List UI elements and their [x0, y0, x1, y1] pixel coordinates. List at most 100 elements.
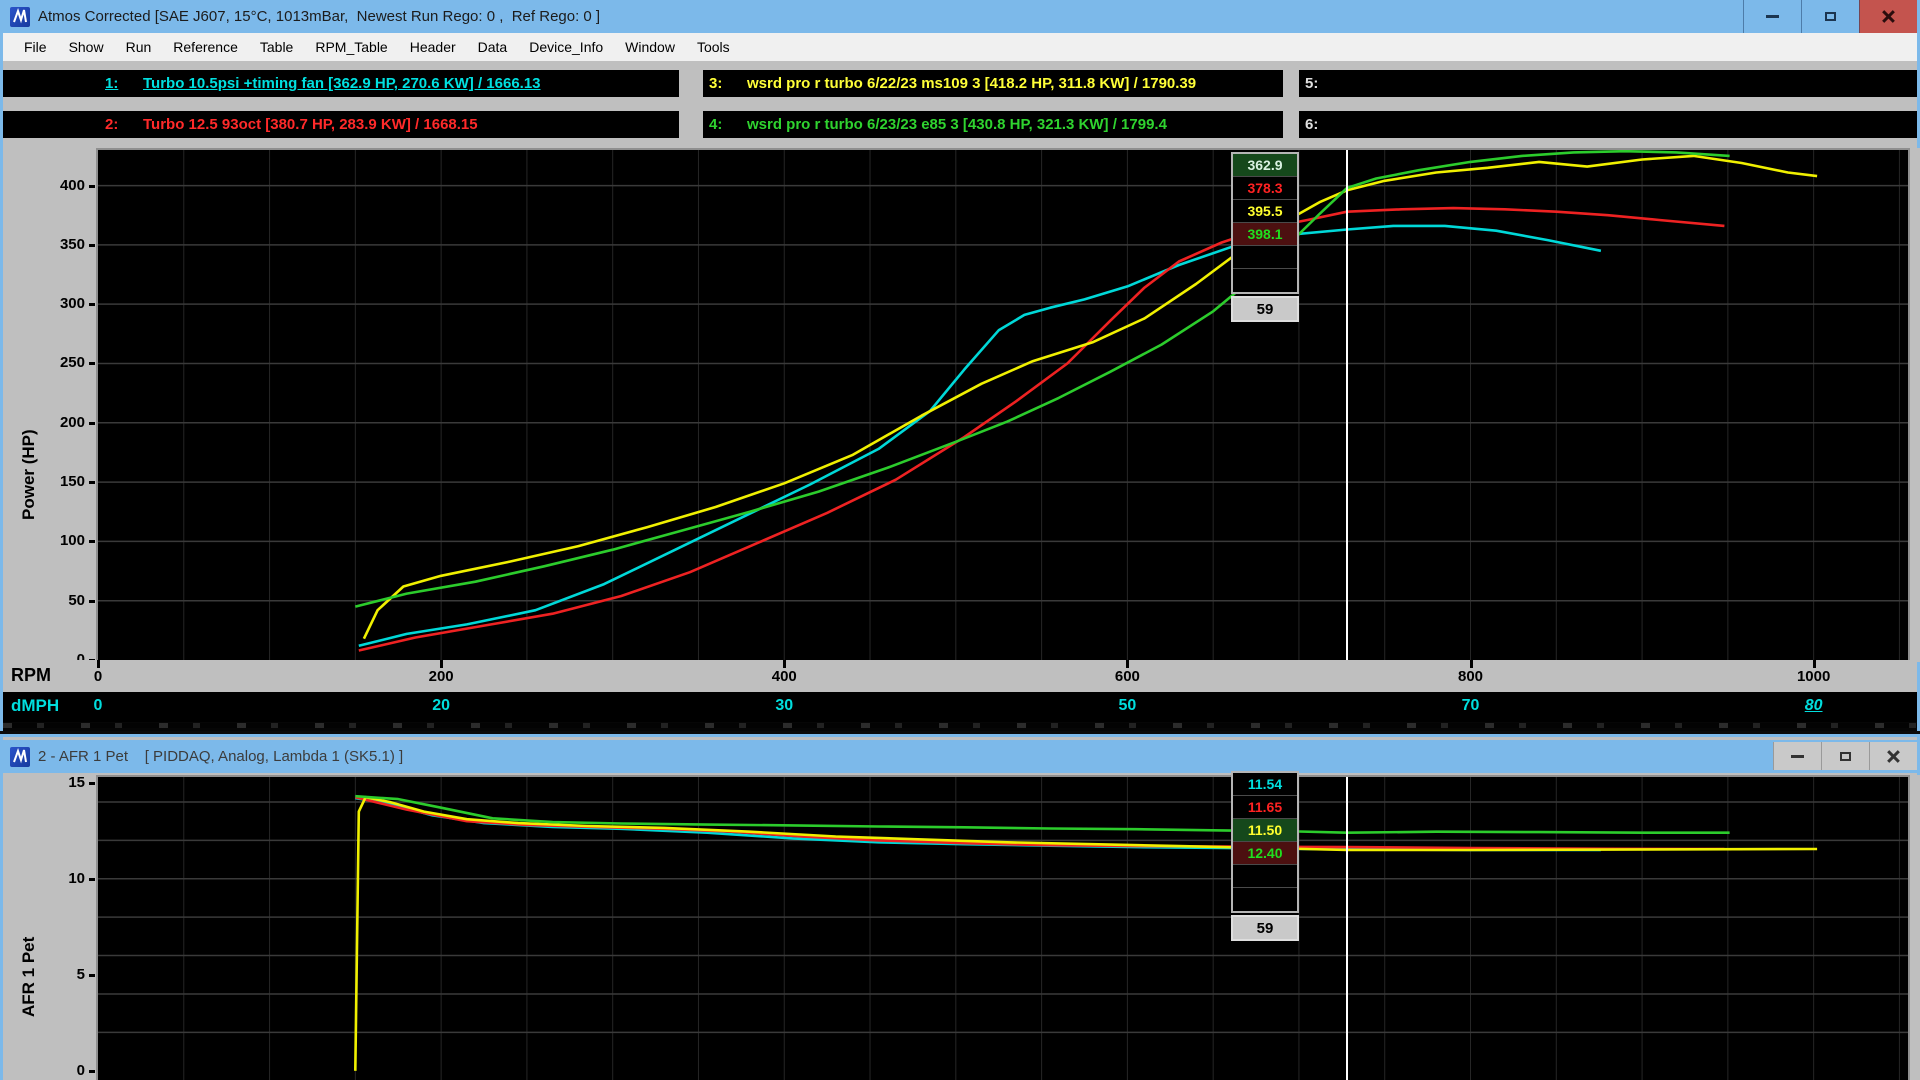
menu-tools[interactable]: Tools: [686, 35, 741, 59]
cursor-value-cell: 398.1: [1233, 223, 1297, 246]
afr-cursor-x-value: 59: [1231, 915, 1299, 941]
afr-window-title: 2 - AFR 1 Pet [ PIDDAQ, Analog, Lambda 1…: [38, 748, 403, 765]
menu-window[interactable]: Window: [614, 35, 686, 59]
cursor-value-cell: [1233, 246, 1297, 269]
legend-run-label: wsrd pro r turbo 6/23/23 e85 3 [430.8 HP…: [747, 116, 1167, 133]
menu-reference[interactable]: Reference: [162, 35, 249, 59]
legend-run-label: Turbo 12.5 93oct [380.7 HP, 283.9 KW] / …: [143, 116, 478, 133]
power-y-tick-50: 50: [9, 592, 85, 610]
dyno-app-icon: [10, 747, 30, 767]
menu-file[interactable]: File: [13, 35, 58, 59]
rpm-tickmark: [97, 660, 100, 668]
power-y-tick-250: 250: [9, 354, 85, 372]
legend-run-number: 4:: [709, 116, 747, 133]
cursor-value-cell: [1233, 888, 1297, 911]
menu-header[interactable]: Header: [399, 35, 467, 59]
legend-slot-2[interactable]: 2:Turbo 12.5 93oct [380.7 HP, 283.9 KW] …: [99, 111, 679, 138]
legend-run-number: 3:: [709, 75, 747, 92]
legend-run-number: 2:: [105, 116, 143, 133]
cursor-value-cell: 12.40: [1233, 842, 1297, 865]
rpm-tickmark: [783, 660, 786, 668]
cursor-value-cell: 362.9: [1233, 154, 1297, 177]
dmph-axis-label: dMPH: [11, 696, 59, 716]
series-turbo-10-5psi-timing-fan: [359, 226, 1601, 646]
power-y-tick-350: 350: [9, 236, 85, 254]
power-y-tickmark: [89, 303, 95, 306]
legend-slot-3[interactable]: 3:wsrd pro r turbo 6/22/23 ms109 3 [418.…: [703, 70, 1283, 97]
afr-y-tickmark: [89, 878, 95, 881]
afr-y-tickmark: [89, 1070, 95, 1073]
rpm-tick-0: 0: [94, 668, 102, 685]
rpm-tick-800: 800: [1458, 668, 1483, 685]
rpm-tickmark: [1470, 660, 1473, 668]
menu-data[interactable]: Data: [467, 35, 519, 59]
power-window-titlebar[interactable]: Atmos Corrected [SAE J607, 15°C, 1013mBa…: [3, 0, 1917, 33]
dmph-tick-70: 70: [1462, 697, 1480, 715]
maximize-button[interactable]: [1801, 0, 1859, 33]
power-y-tickmark: [89, 540, 95, 543]
power-y-tick-150: 150: [9, 473, 85, 491]
power-window: Atmos Corrected [SAE J607, 15°C, 1013mBa…: [0, 0, 1920, 731]
legend-divider: [679, 61, 703, 148]
legend-run-number: 5:: [1305, 75, 1343, 92]
cursor-value-cell: 11.50: [1233, 819, 1297, 842]
menu-table[interactable]: Table: [249, 35, 304, 59]
afr-y-axis-title: AFR 1 Pet: [19, 817, 39, 1017]
power-y-tickmark: [89, 185, 95, 188]
menu-show[interactable]: Show: [58, 35, 115, 59]
minimize-icon: [1791, 755, 1804, 758]
legend-divider: [3, 97, 1917, 111]
legend-divider: [3, 138, 1917, 148]
cursor-line[interactable]: [1346, 777, 1348, 1080]
maximize-button[interactable]: [1821, 742, 1869, 770]
cursor-value-cell: 11.65: [1233, 796, 1297, 819]
minimize-button[interactable]: [1743, 0, 1801, 33]
dmph-tick-30: 30: [775, 697, 793, 715]
maximize-icon: [1825, 12, 1836, 21]
close-button[interactable]: [1869, 742, 1917, 770]
afr-cursor-readout: 11.5411.6511.5012.40: [1231, 771, 1299, 913]
plot-right-pad: [1910, 775, 1920, 1080]
afr-plot-area[interactable]: [96, 775, 1910, 1080]
series-wsrd-pro-r-turbo-6-22-23-ms109-3: [355, 797, 1817, 1071]
cursor-line[interactable]: [1346, 150, 1348, 660]
plot-right-pad: [1910, 148, 1920, 662]
minimize-icon: [1766, 15, 1779, 18]
close-icon: [1882, 10, 1895, 23]
legend-area: 1:Turbo 10.5psi +timing fan [362.9 HP, 2…: [3, 61, 1917, 148]
rpm-axis-row: RPM 02004006008001000: [3, 660, 1917, 692]
power-y-tick-100: 100: [9, 532, 85, 550]
series-wsrd-pro-r-turbo-6-23-23-e85-3: [355, 151, 1729, 606]
power-y-tickmark: [89, 362, 95, 365]
afr-y-tick-0: 0: [9, 1062, 85, 1080]
afr-y-tickmark: [89, 974, 95, 977]
menu-device_info[interactable]: Device_Info: [518, 35, 614, 59]
menu-run[interactable]: Run: [115, 35, 163, 59]
power-y-tickmark: [89, 244, 95, 247]
rpm-tick-400: 400: [772, 668, 797, 685]
legend-slot-1[interactable]: 1:Turbo 10.5psi +timing fan [362.9 HP, 2…: [99, 70, 679, 97]
minimize-button[interactable]: [1773, 742, 1821, 770]
rpm-tickmark: [440, 660, 443, 668]
power-y-tick-200: 200: [9, 414, 85, 432]
maximize-icon: [1840, 752, 1851, 761]
power-y-tick-400: 400: [9, 177, 85, 195]
legend-slot-5[interactable]: 5:: [1299, 70, 1879, 97]
afr-window-titlebar[interactable]: 2 - AFR 1 Pet [ PIDDAQ, Analog, Lambda 1…: [3, 740, 1917, 773]
power-y-tickmark: [89, 422, 95, 425]
power-y-tickmark: [89, 481, 95, 484]
legend-slot-6[interactable]: 6:: [1299, 111, 1879, 138]
legend-slot-4[interactable]: 4:wsrd pro r turbo 6/23/23 e85 3 [430.8 …: [703, 111, 1283, 138]
cursor-value-cell: [1233, 269, 1297, 292]
dmph-axis-row: dMPH 02030507080: [3, 692, 1917, 722]
power-y-tick-300: 300: [9, 295, 85, 313]
menu-rpm_table[interactable]: RPM_Table: [304, 35, 398, 59]
dyno-app-icon: [10, 7, 30, 27]
legend-run-label: Turbo 10.5psi +timing fan [362.9 HP, 270…: [143, 75, 541, 92]
power-window-title: Atmos Corrected [SAE J607, 15°C, 1013mBa…: [38, 8, 600, 25]
close-button[interactable]: [1859, 0, 1917, 33]
dmph-tick-80: 80: [1805, 697, 1823, 715]
afr-y-tick-5: 5: [9, 966, 85, 984]
afr-y-tick-15: 15: [9, 774, 85, 792]
power-plot-area[interactable]: [96, 148, 1910, 662]
